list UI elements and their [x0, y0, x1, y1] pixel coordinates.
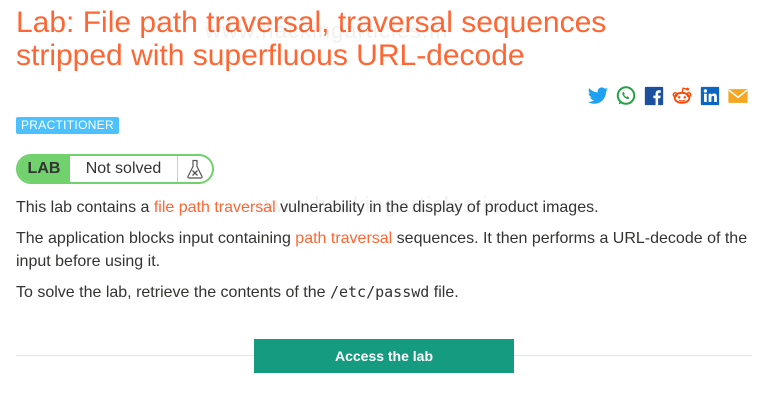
- facebook-icon: [644, 86, 664, 106]
- p3-text-after: file.: [429, 284, 459, 301]
- linkedin-share-link[interactable]: [699, 85, 721, 107]
- linkedin-icon: [700, 86, 720, 106]
- facebook-share-link[interactable]: [643, 85, 665, 107]
- share-bar: [587, 85, 749, 107]
- passwd-path-code: /etc/passwd: [329, 283, 430, 301]
- twitter-icon: [587, 87, 609, 104]
- email-icon: [728, 89, 748, 103]
- p3-text-before: To solve the lab, retrieve the contents …: [16, 284, 330, 301]
- p2-text-before: The application blocks input containing: [16, 230, 296, 247]
- access-lab-button[interactable]: Access the lab: [254, 339, 514, 373]
- p1-text-after: vulnerability in the display of product …: [275, 199, 599, 216]
- reddit-share-link[interactable]: [671, 85, 693, 107]
- flask-icon: [187, 159, 203, 179]
- description-paragraph-1: This lab contains a file path traversal …: [16, 196, 756, 219]
- path-traversal-link[interactable]: path traversal: [295, 230, 392, 247]
- email-share-link[interactable]: [727, 85, 749, 107]
- reddit-icon: [672, 87, 692, 104]
- description-paragraph-2: The application blocks input containing …: [16, 227, 756, 273]
- flask-icon-container: [177, 156, 212, 182]
- lab-label: LAB: [18, 156, 70, 182]
- p1-text-before: This lab contains a: [16, 199, 154, 216]
- lab-status-widget: LAB Not solved: [16, 154, 214, 184]
- page-title: Lab: File path traversal, traversal sequ…: [16, 6, 607, 72]
- lab-status-text: Not solved: [85, 160, 162, 177]
- whatsapp-share-link[interactable]: [615, 85, 637, 107]
- twitter-share-link[interactable]: [587, 85, 609, 107]
- whatsapp-icon: [616, 86, 636, 105]
- description-paragraph-3: To solve the lab, retrieve the contents …: [16, 281, 756, 304]
- difficulty-badge: PRACTITIONER: [16, 117, 119, 134]
- file-path-traversal-link[interactable]: file path traversal: [154, 199, 276, 216]
